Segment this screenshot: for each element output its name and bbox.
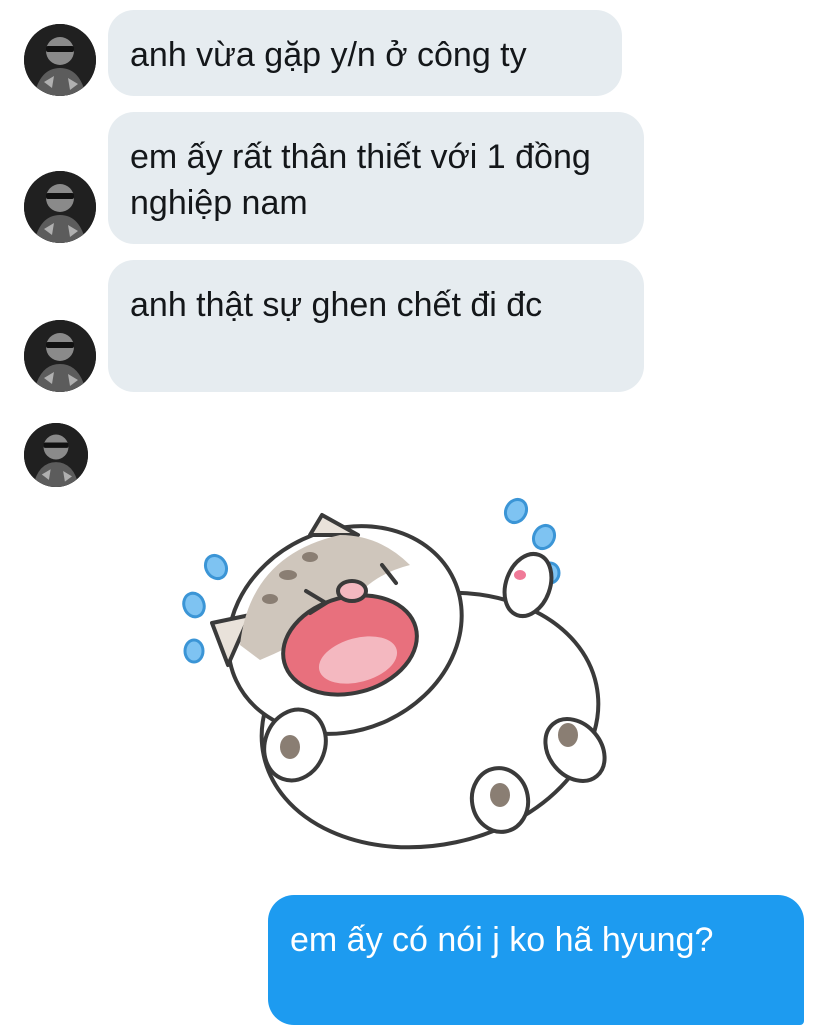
contact-avatar[interactable] [24,320,96,392]
message-text: em ấy có nói j ko hã hyung? [290,921,714,959]
avatar-photo-icon [24,320,96,392]
contact-avatar[interactable] [24,171,96,243]
message-bubble-outgoing[interactable]: em ấy có nói j ko hã hyung? [268,895,804,1025]
avatar-photo-icon [24,423,88,487]
message-bubble-incoming[interactable]: anh vừa gặp y/n ở công ty [108,10,622,96]
avatar-photo-icon [24,171,96,243]
contact-avatar[interactable] [24,423,88,487]
message-text: anh vừa gặp y/n ở công ty [130,36,527,74]
contact-avatar[interactable] [24,24,96,96]
message-bubble-incoming[interactable]: em ấy rất thân thiết với 1 đồng nghiệp n… [108,112,644,244]
crying-cat-icon [182,497,607,850]
message-bubble-incoming[interactable]: anh thật sự ghen chết đi đc [108,260,644,392]
message-text: anh thật sự ghen chết đi đc [130,286,543,324]
message-text: em ấy rất thân thiết với 1 đồng nghiệp n… [130,138,591,222]
crying-cat-sticker[interactable] [170,495,620,855]
avatar-photo-icon [24,24,96,96]
